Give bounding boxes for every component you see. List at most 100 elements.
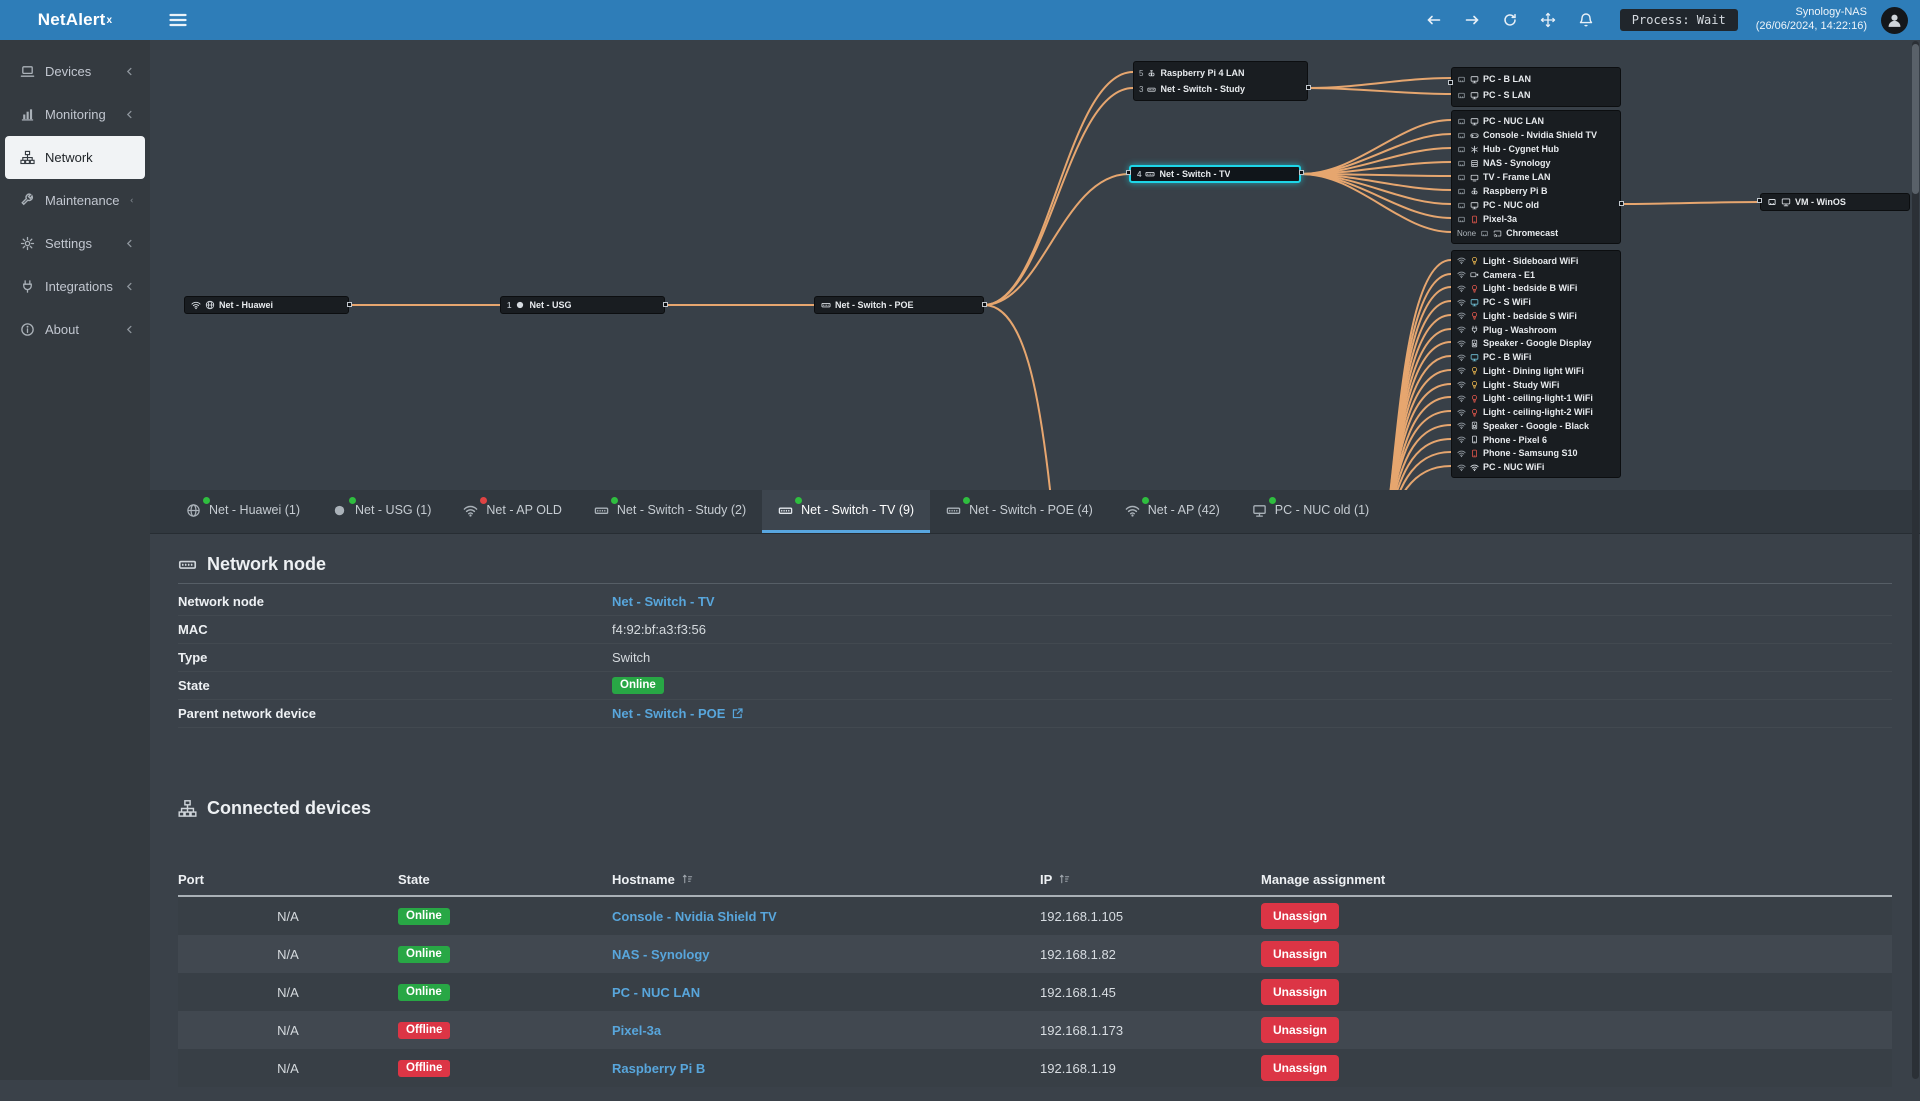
unassign-button[interactable]: Unassign [1261, 1055, 1339, 1081]
topology-node-net-usg[interactable]: 1 Net - USG [500, 296, 665, 314]
router-icon [515, 300, 525, 310]
sidebar-item[interactable]: Integrations [5, 265, 145, 308]
topology-device-row[interactable]: PC - NUC WiFi [1452, 460, 1620, 474]
node-tab[interactable]: PC - NUC old (1) [1236, 490, 1385, 533]
unassign-button[interactable]: Unassign [1261, 903, 1339, 929]
menu-toggle-icon[interactable] [168, 10, 188, 30]
port-label: 5 [1139, 69, 1143, 78]
topology-device-row[interactable]: Speaker - Google - Black [1452, 419, 1620, 433]
sidebar-item[interactable]: Settings [5, 222, 145, 265]
sidebar-item[interactable]: Network [5, 136, 145, 179]
topology-device-row[interactable]: Console - Nvidia Shield TV [1452, 128, 1620, 142]
topology-device-row[interactable]: PC - B WiFi [1452, 350, 1620, 364]
sidebar-item[interactable]: Devices [5, 50, 145, 93]
topology-device-row[interactable]: PC - NUC LAN [1452, 114, 1620, 128]
unassign-button[interactable]: Unassign [1261, 979, 1339, 1005]
topology-device-row[interactable]: Light - bedside S WiFi [1452, 309, 1620, 323]
hostname-link[interactable]: PC - NUC LAN [612, 985, 700, 1000]
topology-device-row[interactable]: Light - Sideboard WiFi [1452, 254, 1620, 268]
sidebar-item[interactable]: Maintenance [5, 179, 145, 222]
hostname-link[interactable]: Pixel-3a [612, 1023, 661, 1038]
topology-device-row[interactable]: Raspberry Pi B [1452, 184, 1620, 198]
topology-node-net-huawei[interactable]: Net - Huawei [184, 296, 349, 314]
topology-node-net-switch-tv[interactable]: 4 Net - Switch - TV [1129, 165, 1301, 183]
user-avatar[interactable] [1881, 7, 1908, 34]
external-link-icon[interactable] [731, 707, 744, 720]
sort-icon[interactable] [1058, 873, 1070, 885]
node-tab[interactable]: Net - Switch - POE (4) [930, 490, 1109, 533]
node-tab[interactable]: Net - Switch - TV (9) [762, 490, 930, 533]
topology-device-row[interactable]: Camera - E1 [1452, 268, 1620, 282]
back-icon[interactable] [1426, 12, 1442, 28]
topology-device-row[interactable]: PC - S LAN [1452, 87, 1620, 103]
scrollbar-thumb[interactable] [1912, 44, 1919, 194]
topology-device-row[interactable]: Light - ceiling-light-2 WiFi [1452, 405, 1620, 419]
sidebar-item-label: Integrations [45, 279, 113, 294]
device-label: NAS - Synology [1483, 158, 1551, 168]
parent-node-link[interactable]: Net - Switch - POE [612, 706, 725, 721]
refresh-icon[interactable] [1502, 12, 1518, 28]
sidebar-item[interactable]: Monitoring [5, 93, 145, 136]
move-icon[interactable] [1540, 12, 1556, 28]
hostname-link[interactable]: Raspberry Pi B [612, 1061, 705, 1076]
topology-device-row[interactable]: PC - B LAN [1452, 71, 1620, 87]
unassign-button[interactable]: Unassign [1261, 941, 1339, 967]
port-cell: N/A [178, 985, 398, 1000]
hostname-link[interactable]: NAS - Synology [612, 947, 710, 962]
topology-edges [150, 40, 1920, 490]
topology-device-row[interactable]: PC - NUC old [1452, 198, 1620, 212]
node-tab[interactable]: Net - Switch - Study (2) [578, 490, 762, 533]
network-node-link[interactable]: Net - Switch - TV [612, 594, 715, 609]
sidebar-item[interactable]: About [5, 308, 145, 351]
tab-label: Net - Huawei (1) [209, 503, 300, 517]
device-icon [1470, 325, 1479, 334]
notifications-icon[interactable] [1578, 12, 1594, 28]
topology-device-row[interactable]: Light - bedside B WiFi [1452, 282, 1620, 296]
col-ip[interactable]: IP [1040, 872, 1261, 887]
node-tab[interactable]: Net - USG (1) [316, 490, 447, 533]
topology-device-row[interactable]: PC - S WiFi [1452, 295, 1620, 309]
node-tab[interactable]: Net - Huawei (1) [170, 490, 316, 533]
col-hostname[interactable]: Hostname [612, 872, 1040, 887]
topology-device-row[interactable]: 5 Raspberry Pi 4 LAN [1134, 65, 1307, 81]
topology-device-row[interactable]: Plug - Washroom [1452, 323, 1620, 337]
device-label: Speaker - Google Display [1483, 338, 1592, 348]
topology-device-row[interactable]: Hub - Cygnet Hub [1452, 142, 1620, 156]
sidebar-item-icon [20, 236, 35, 251]
device-label: PC - S LAN [1483, 90, 1531, 100]
process-status[interactable]: Process: Wait [1620, 9, 1738, 31]
link-type-icon [1457, 145, 1466, 154]
topology-device-row[interactable]: Light - Study WiFi [1452, 378, 1620, 392]
device-label: Raspberry Pi 4 LAN [1160, 68, 1244, 78]
top-header: NetAlertx Process: Wait Synology-NAS (26… [0, 0, 1920, 40]
topology-device-row[interactable]: TV - Frame LAN [1452, 170, 1620, 184]
unassign-button[interactable]: Unassign [1261, 1017, 1339, 1043]
topology-device-row[interactable]: Light - ceiling-light-1 WiFi [1452, 392, 1620, 406]
topology-device-row[interactable]: Pixel-3a [1452, 212, 1620, 226]
link-type-icon [1457, 435, 1466, 444]
device-icon [1470, 435, 1479, 444]
topology-device-row[interactable]: Phone - Samsung S10 [1452, 447, 1620, 461]
topology-node-vm-winos[interactable]: VM - WinOS [1760, 193, 1910, 211]
tab-label: Net - Switch - TV (9) [801, 503, 914, 517]
link-type-icon [1457, 201, 1466, 210]
topology-device-row[interactable]: NAS - Synology [1452, 156, 1620, 170]
sidebar-item-icon [20, 193, 35, 208]
topology-node-net-switch-poe[interactable]: Net - Switch - POE [814, 296, 984, 314]
sidebar-item-icon [20, 107, 35, 122]
topology-device-row[interactable]: 3 Net - Switch - Study [1134, 81, 1307, 97]
topology-device-row[interactable]: Phone - Pixel 6 [1452, 433, 1620, 447]
ip-cell: 192.168.1.82 [1040, 947, 1261, 962]
tab-label: Net - AP OLD [486, 503, 562, 517]
node-tab[interactable]: Net - AP OLD [447, 490, 578, 533]
sort-icon[interactable] [681, 873, 693, 885]
port-label: 3 [1139, 85, 1143, 94]
topology-device-row[interactable]: Speaker - Google Display [1452, 337, 1620, 351]
topology-device-row[interactable]: None Chromecast [1452, 226, 1620, 240]
scrollbar[interactable] [1912, 41, 1919, 1079]
topology-device-row[interactable]: Light - Dining light WiFi [1452, 364, 1620, 378]
device-icon [1470, 366, 1479, 375]
hostname-link[interactable]: Console - Nvidia Shield TV [612, 909, 777, 924]
node-tab[interactable]: Net - AP (42) [1109, 490, 1236, 533]
forward-icon[interactable] [1464, 12, 1480, 28]
